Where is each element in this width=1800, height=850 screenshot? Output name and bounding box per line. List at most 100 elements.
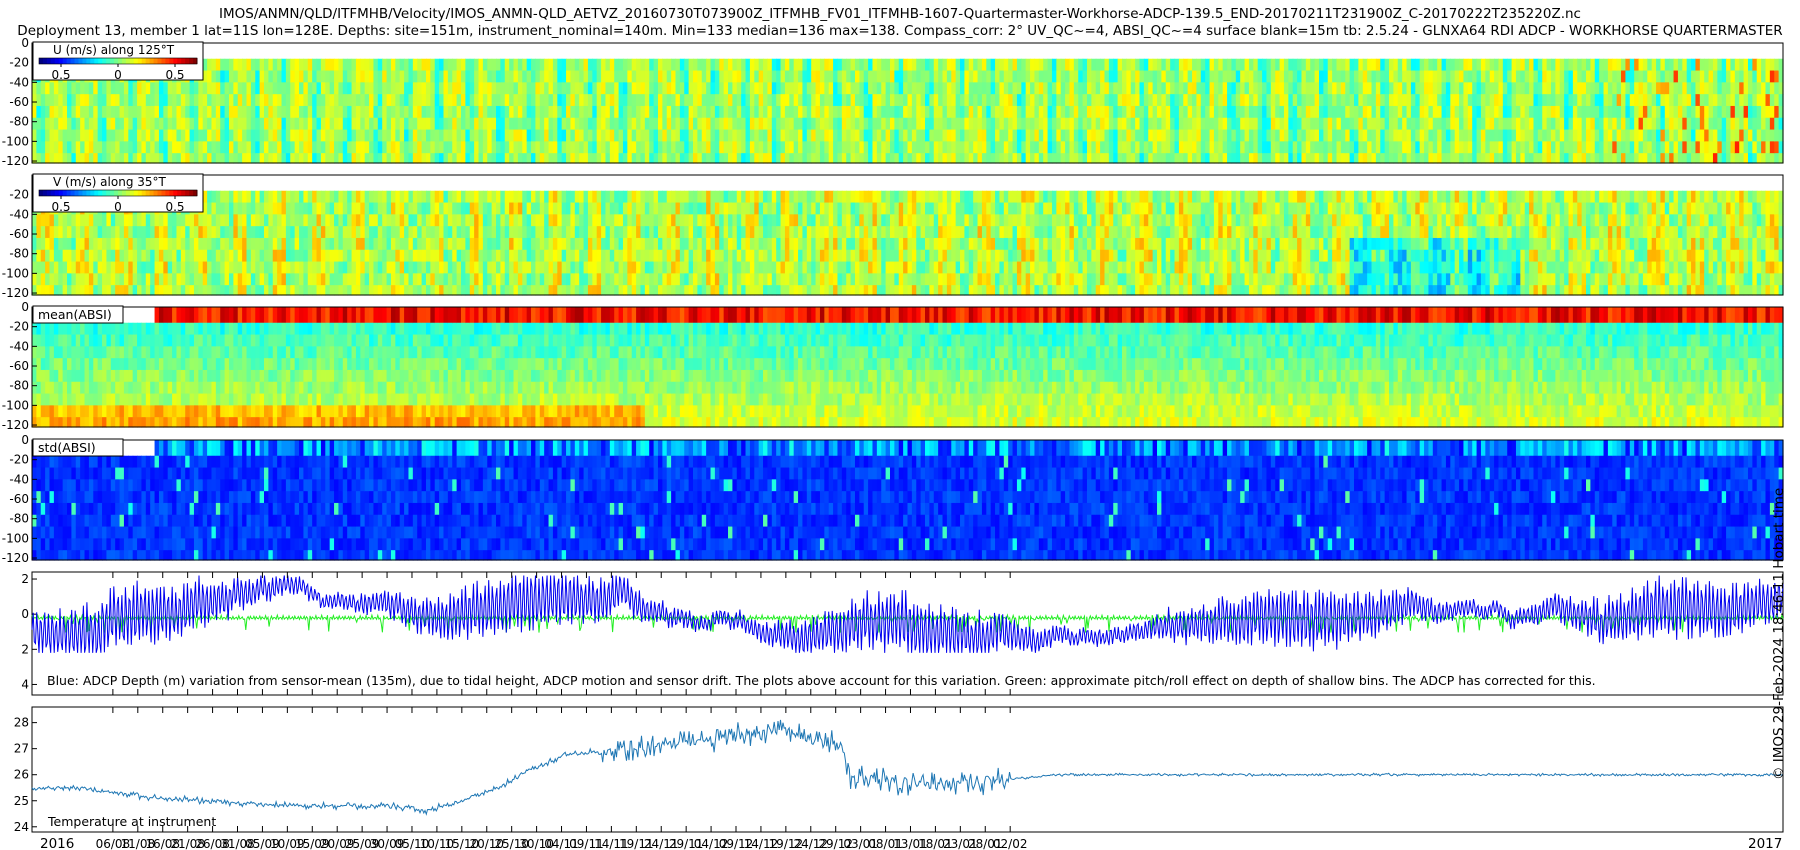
heatmap-cell (509, 214, 515, 227)
heatmap-cell (272, 70, 278, 83)
heatmap-cell (657, 94, 663, 107)
heatmap-cell (1734, 70, 1740, 83)
heatmap-cell (561, 285, 567, 296)
heatmap-cell (1069, 82, 1075, 95)
heatmap-cell (97, 82, 103, 95)
y-tick-label: -40 (9, 75, 29, 89)
heatmap-cell (443, 285, 449, 296)
heatmap-cell (640, 82, 646, 95)
heatmap-cell (526, 141, 532, 154)
heatmap-cell (609, 285, 615, 296)
heatmap-cell (1743, 94, 1749, 107)
heatmap-cell (824, 82, 830, 95)
heatmap-cell (1073, 117, 1079, 131)
heatmap-cell (522, 129, 528, 142)
heatmap-cell (1148, 82, 1154, 95)
heatmap-cell (1708, 153, 1714, 164)
heatmap-cell (907, 58, 913, 72)
heatmap-cell (242, 153, 248, 164)
heatmap-cell (36, 237, 42, 251)
heatmap-cell (596, 237, 602, 251)
heatmap-cell (399, 285, 405, 296)
heatmap-cell (1546, 117, 1552, 131)
heatmap-cell (609, 226, 615, 239)
heatmap-cell (1135, 129, 1141, 142)
heatmap-cell (1734, 117, 1740, 131)
heatmap-cell (601, 249, 607, 263)
heatmap-cell (784, 82, 790, 95)
heatmap-cell (531, 141, 537, 154)
heatmap-cell (552, 273, 558, 286)
heatmap-cell (544, 94, 550, 107)
heatmap-cell (1051, 94, 1057, 107)
heatmap-cell (1384, 153, 1390, 164)
heatmap-cell (881, 82, 887, 95)
heatmap-cell (601, 94, 607, 107)
heatmap-cell (710, 129, 716, 142)
heatmap-cell (215, 202, 221, 215)
heatmap-cell (1524, 129, 1530, 142)
heatmap-cell (342, 285, 348, 296)
heatmap-cell (176, 214, 182, 227)
heatmap-cell (1157, 70, 1162, 83)
heatmap-cell (1122, 58, 1127, 72)
heatmap-cell (373, 273, 379, 286)
heatmap-cell (981, 129, 987, 142)
heatmap-cell (1629, 117, 1635, 131)
heatmap-cell (618, 129, 624, 142)
heatmap-cell (911, 105, 917, 119)
heatmap-cell (1108, 82, 1114, 95)
heatmap-cell (889, 105, 895, 119)
heatmap-cell (342, 141, 348, 154)
heatmap-cell (172, 261, 178, 274)
heatmap-cell (504, 141, 510, 154)
heatmap-cell (1222, 105, 1228, 119)
heatmap-cell (1384, 141, 1390, 154)
heatmap-cell (347, 273, 353, 286)
heatmap-cell (421, 82, 427, 95)
heatmap-cell (929, 82, 935, 95)
heatmap-cell (154, 214, 160, 227)
heatmap-cell (548, 117, 554, 131)
heatmap-cell (1699, 117, 1705, 131)
heatmap-cell (119, 129, 125, 142)
heatmap-cell (390, 94, 396, 107)
heatmap-cell (749, 105, 755, 119)
heatmap-cell (303, 273, 309, 286)
heatmap-cell (1262, 82, 1268, 95)
heatmap-cell (1047, 94, 1053, 107)
heatmap-cell (1279, 129, 1285, 142)
heatmap-cell (369, 214, 375, 227)
heatmap-cell (1651, 58, 1657, 72)
heatmap-cell (224, 94, 230, 107)
heatmap-cell (1673, 94, 1679, 107)
heatmap-cell (1765, 58, 1771, 72)
heatmap-cell (1139, 129, 1145, 142)
heatmap-cell (220, 261, 226, 274)
heatmap-cell (250, 153, 256, 164)
heatmap-cell (1196, 129, 1202, 142)
heatmap-cell (1682, 94, 1688, 107)
heatmap-cell (653, 141, 659, 154)
heatmap-cell (185, 94, 191, 107)
heatmap-cell (622, 129, 628, 142)
heatmap-cell (456, 273, 462, 286)
heatmap-cell (1393, 153, 1399, 164)
heatmap-cell (1629, 105, 1635, 119)
heatmap-cell (815, 141, 821, 154)
heatmap-cell (198, 285, 204, 296)
heatmap-cell (557, 141, 563, 154)
heatmap-cell (509, 105, 515, 119)
heatmap-cell (1349, 70, 1355, 83)
heatmap-cell (465, 285, 471, 296)
heatmap-cell (903, 117, 909, 131)
heatmap-cell (193, 153, 199, 164)
heatmap-cell (876, 129, 882, 142)
heatmap-cell (605, 249, 611, 263)
heatmap-cell (1437, 141, 1443, 154)
heatmap-cell (482, 153, 488, 164)
heatmap-cell (220, 249, 226, 263)
heatmap-cell (819, 94, 825, 107)
heatmap-cell (84, 285, 90, 296)
heatmap-cell (364, 153, 370, 164)
